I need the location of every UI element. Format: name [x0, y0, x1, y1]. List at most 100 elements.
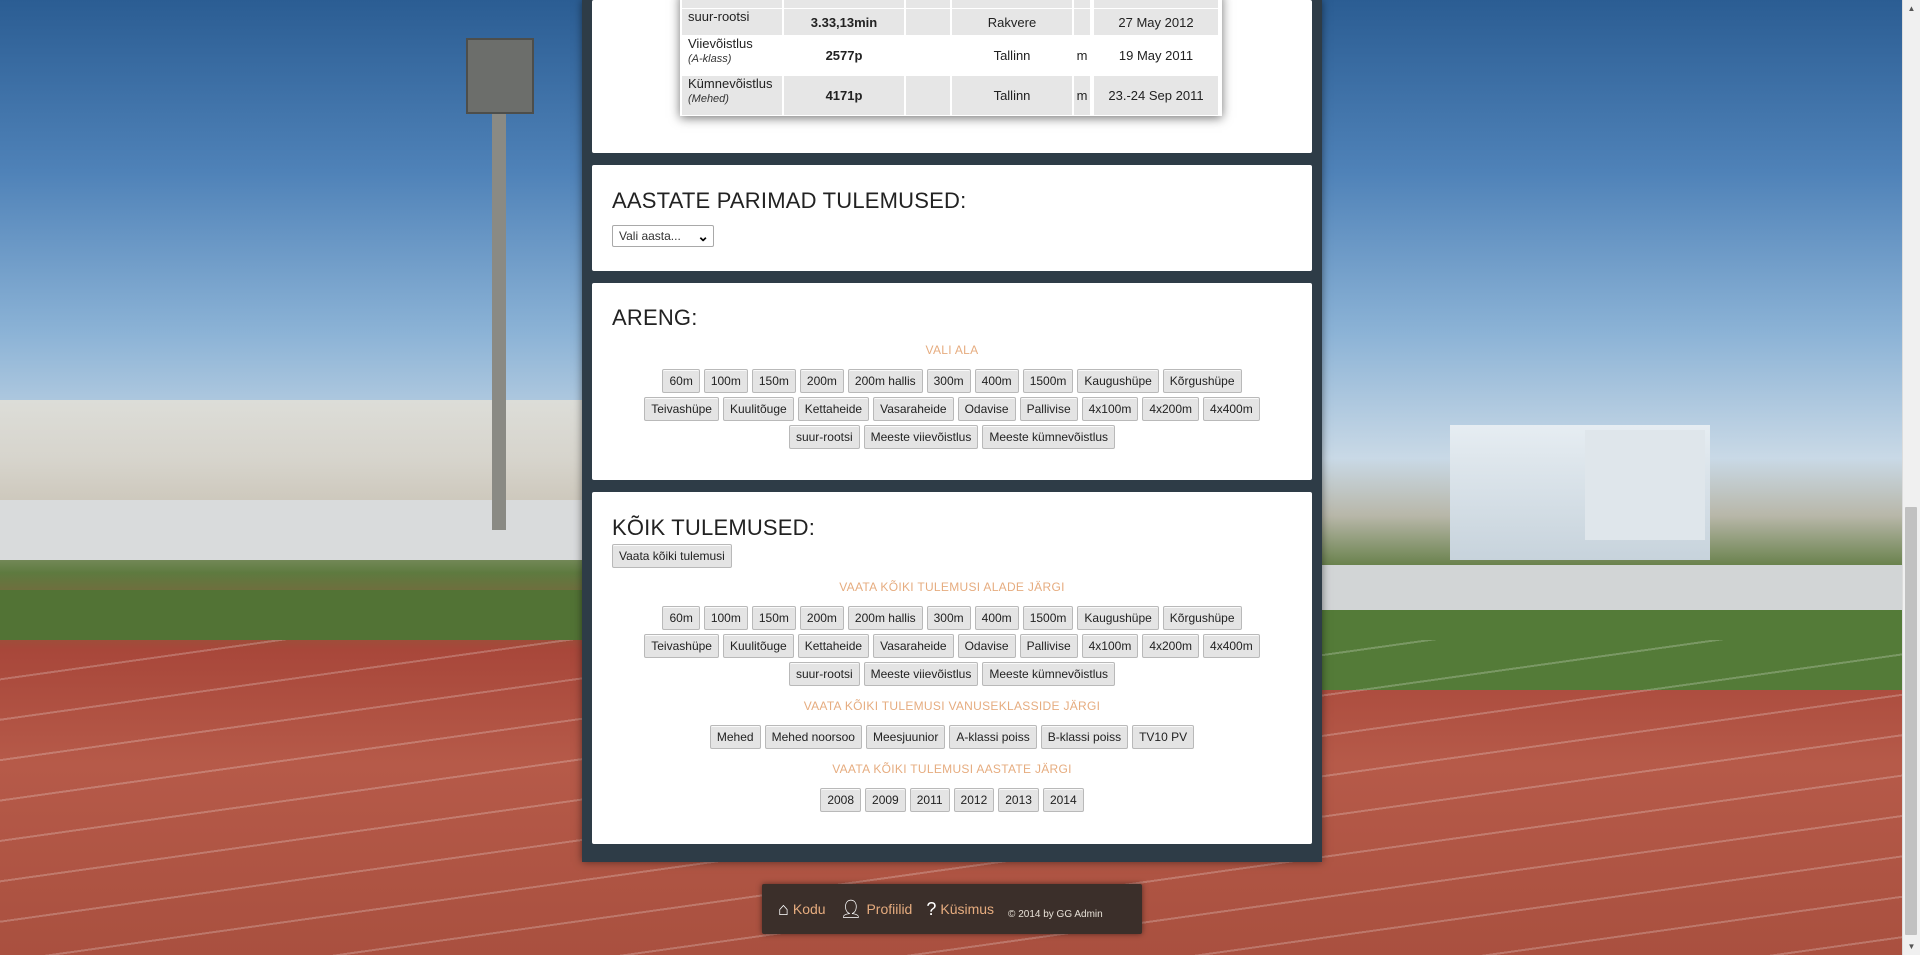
filter-button[interactable]: Meeste viievõistlus	[863, 425, 979, 449]
records-cell	[784, 0, 904, 8]
year-select[interactable]: Vali aasta... ⌄	[612, 225, 714, 247]
filter-button[interactable]: Kettaheide	[797, 397, 870, 421]
filter-button[interactable]: Meeste viievõistlus	[863, 662, 979, 686]
filter-button[interactable]: 150m	[751, 606, 796, 630]
filter-button[interactable]: 4x200m	[1142, 397, 1200, 421]
filter-button[interactable]: suur-rootsi	[788, 425, 860, 449]
filter-button[interactable]: Kõrgushüpe	[1162, 369, 1242, 393]
filter-button[interactable]: 300m	[926, 369, 971, 393]
all-results-title: KÕIK TULEMUSED:	[612, 515, 816, 540]
filter-button[interactable]: 200m	[799, 606, 844, 630]
filter-button[interactable]: suur-rootsi	[788, 662, 860, 686]
filter-button[interactable]: 400m	[974, 606, 1019, 630]
record-place: Tallinn	[952, 36, 1072, 75]
filter-button[interactable]: 100m	[703, 606, 748, 630]
scrollbar-thumb[interactable]	[1905, 507, 1917, 935]
filter-button[interactable]: Teivashüpe	[644, 397, 719, 421]
footer-question-link[interactable]: ? Küsimus	[926, 899, 994, 920]
filter-button[interactable]: 200m hallis	[847, 369, 923, 393]
filter-button[interactable]: 2011	[909, 788, 950, 812]
filter-button[interactable]: Kõrgushüpe	[1162, 606, 1242, 630]
filter-button[interactable]: 200m	[799, 369, 844, 393]
filter-button[interactable]: Meeste kümnevõistlus	[982, 425, 1116, 449]
filter-button[interactable]: 1500m	[1022, 606, 1074, 630]
filter-button[interactable]: 4x100m	[1081, 634, 1139, 658]
view-all-results-button[interactable]: Vaata kõiki tulemusi	[612, 544, 732, 568]
event-buttons-row-3: suur-rootsi Meeste viievõistlus Meeste küm…	[592, 662, 1312, 686]
filter-button[interactable]: 100m	[703, 369, 748, 393]
filter-button[interactable]: 200m hallis	[847, 606, 923, 630]
event-buttons-row-2: Teivashüpe Kuulitõuge Kettaheide Vasaraheid…	[592, 634, 1312, 658]
filter-button[interactable]: Pallivise	[1019, 634, 1078, 658]
record-m-flag: m	[1074, 36, 1090, 75]
progress-section-label: VALI ALA	[925, 343, 979, 357]
filter-button[interactable]: Mehed	[709, 725, 761, 749]
scroll-up-arrow-icon[interactable]: ▲	[1903, 0, 1920, 17]
age-buttons-row: Mehed Mehed noorsoo Meesjuunior A-klassi po…	[592, 725, 1312, 749]
chevron-down-icon: ⌄	[697, 228, 709, 244]
filter-button[interactable]: Vasaraheide	[873, 634, 954, 658]
records-cell	[1074, 0, 1090, 8]
years-section-label: VAATA KÕIKI TULEMUSI AASTATE JÄRGI	[832, 762, 1072, 776]
footer-profiles-link[interactable]: 👤︎ Profiilid	[840, 899, 913, 920]
filter-button[interactable]: 2009	[865, 788, 906, 812]
floodlight-head	[466, 38, 534, 114]
record-blank	[906, 9, 950, 35]
background-grass-left	[0, 590, 590, 640]
record-event-class: (Mehed)	[688, 93, 729, 105]
filter-button[interactable]: Kettaheide	[797, 634, 870, 658]
filter-button[interactable]: Kuulitõuge	[722, 397, 794, 421]
background-building-right-tower	[1585, 430, 1705, 540]
filter-button[interactable]: 4x400m	[1203, 397, 1260, 421]
records-row: Kümnevõistlus (Mehed) 4171p Tallinn m 23.-24 …	[680, 76, 1222, 116]
filter-button[interactable]: Vasaraheide	[873, 397, 954, 421]
record-event-name: suur-rootsi	[688, 9, 750, 24]
filter-button[interactable]: 150m	[751, 369, 796, 393]
record-event: Viievõistlus (A-klass)	[682, 36, 782, 75]
filter-button[interactable]: 2008	[820, 788, 862, 812]
filter-button[interactable]: Meesjuunior	[865, 725, 946, 749]
filter-button[interactable]: 4x400m	[1203, 634, 1260, 658]
progress-buttons-row-2: Teivashüpe Kuulitõuge Kettaheide Vasaraheid…	[592, 397, 1312, 421]
footer-bar: ⌂ Kodu 👤︎ Profiilid ? Küsimus © 2014 by …	[762, 884, 1142, 934]
filter-button[interactable]: B-klassi poiss	[1040, 725, 1129, 749]
filter-button[interactable]: 2014	[1042, 788, 1084, 812]
filter-button[interactable]: 300m	[926, 606, 971, 630]
record-event-class: (A-klass)	[688, 53, 732, 65]
filter-button[interactable]: 400m	[974, 369, 1019, 393]
filter-button[interactable]: 60m	[662, 606, 700, 630]
filter-button[interactable]: Odavise	[957, 397, 1016, 421]
page-scrollbar[interactable]: ▲ ▼	[1902, 0, 1920, 955]
home-icon: ⌂	[778, 898, 789, 919]
record-event: suur-rootsi	[682, 9, 782, 35]
scroll-down-arrow-icon[interactable]: ▼	[1903, 938, 1920, 955]
record-event: Kümnevõistlus (Mehed)	[682, 76, 782, 115]
filter-button[interactable]: 4x100m	[1081, 397, 1139, 421]
record-event-name: Kümnevõistlus	[688, 76, 773, 91]
filter-button[interactable]: A-klassi poiss	[949, 725, 1037, 749]
filter-button[interactable]: 60m	[662, 369, 700, 393]
record-m-flag: m	[1074, 76, 1090, 115]
filter-button[interactable]: 4x200m	[1142, 634, 1200, 658]
filter-button[interactable]: Kaugushüpe	[1077, 606, 1159, 630]
footer-question-label: Küsimus	[940, 901, 995, 917]
record-date: 27 May 2012	[1094, 9, 1218, 35]
year-buttons-row: 2008 2009 2011 2012 2013 2014	[592, 788, 1312, 812]
record-date: 19 May 2011	[1094, 36, 1218, 75]
footer-home-link[interactable]: ⌂ Kodu	[778, 899, 826, 920]
filter-button[interactable]: Kuulitõuge	[722, 634, 794, 658]
filter-button[interactable]: Odavise	[957, 634, 1016, 658]
record-place: Tallinn	[952, 76, 1072, 115]
filter-button[interactable]: 2012	[953, 788, 995, 812]
filter-button[interactable]: Pallivise	[1019, 397, 1078, 421]
filter-button[interactable]: TV10 PV	[1132, 725, 1195, 749]
filter-button[interactable]: Teivashüpe	[644, 634, 719, 658]
filter-button[interactable]: 2013	[998, 788, 1039, 812]
filter-button[interactable]: Mehed noorsoo	[764, 725, 862, 749]
records-cell	[1094, 0, 1218, 8]
records-table: suur-rootsi 3.33,13min Rakvere 27 May 2012 V…	[680, 0, 1222, 116]
records-cell	[906, 0, 950, 8]
filter-button[interactable]: Meeste kümnevõistlus	[982, 662, 1116, 686]
filter-button[interactable]: 1500m	[1022, 369, 1074, 393]
filter-button[interactable]: Kaugushüpe	[1077, 369, 1159, 393]
